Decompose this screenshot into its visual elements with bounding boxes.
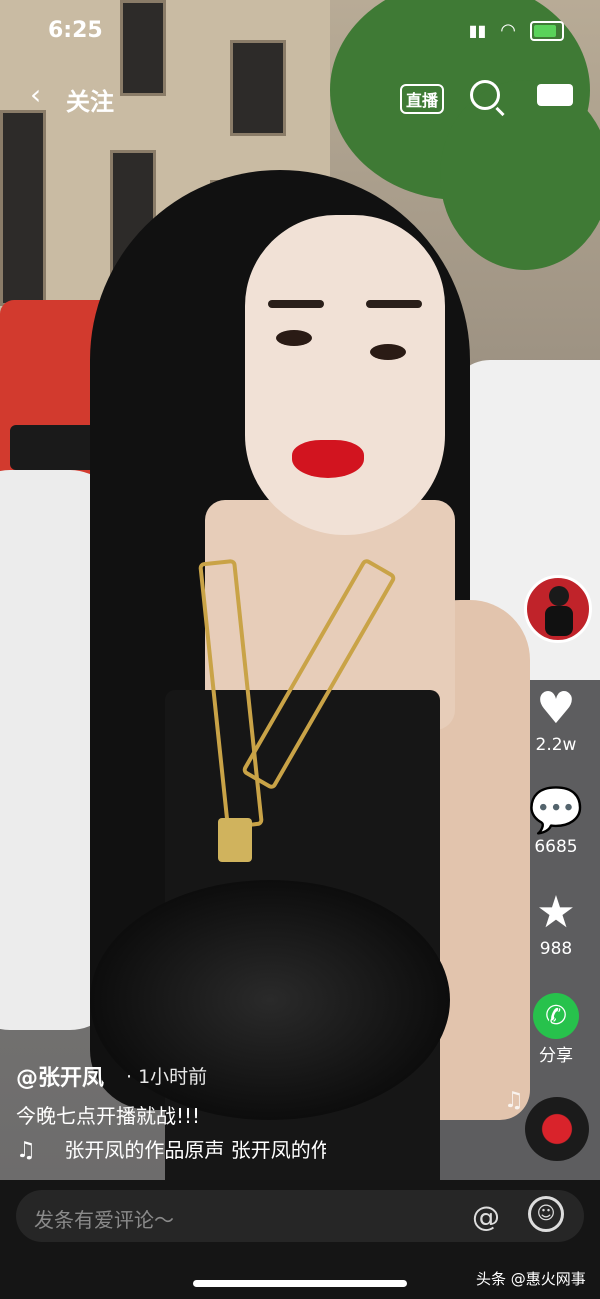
back-icon[interactable]: ‹: [30, 78, 41, 111]
battery-icon: [530, 20, 564, 41]
wechat-icon: ✆: [533, 993, 579, 1039]
sound-row[interactable]: ♫ 张开凤的作品原声 张开凤的作品原声: [16, 1134, 326, 1164]
favorite-button[interactable]: ★ 988: [520, 887, 592, 960]
music-note-icon: ♫: [504, 1088, 524, 1113]
star-icon: ★: [536, 887, 576, 938]
sound-title: 张开凤的作品原声 张开凤的作品原声: [64, 1138, 326, 1162]
video-frame[interactable]: [0, 0, 600, 1180]
search-icon[interactable]: [470, 80, 500, 110]
share-button[interactable]: ✆ 分享: [520, 993, 592, 1066]
status-bar: 6:25 ▮▮ ◠: [0, 0, 600, 60]
bottom-bar: 发条有爱评论～ @ ☺ 头条 @惠火网事: [0, 1180, 600, 1299]
necklace-lock: [218, 818, 252, 862]
comment-button[interactable]: 💬 6685: [520, 785, 592, 858]
post-caption: 今晚七点开播就战!!!: [16, 1104, 201, 1128]
author-avatar[interactable]: [524, 575, 592, 643]
author-name[interactable]: @张开凤: [16, 1060, 104, 1092]
top-nav: ‹ 关注 直播: [0, 78, 600, 118]
signal-icon: ▮▮: [468, 21, 487, 40]
like-count: 2.2w: [535, 735, 577, 755]
at-icon[interactable]: @: [472, 1200, 500, 1233]
favorite-count: 988: [539, 939, 573, 959]
comment-icon: 💬: [528, 785, 584, 836]
comment-input[interactable]: 发条有爱评论～ @ ☺: [16, 1190, 584, 1242]
heart-icon: ♥: [536, 683, 576, 734]
status-icons: ▮▮ ◠: [469, 20, 564, 41]
music-disc[interactable]: [525, 1097, 589, 1161]
live-button[interactable]: 直播: [400, 84, 445, 114]
page-title[interactable]: 关注: [66, 82, 114, 117]
status-time: 6:25: [48, 18, 103, 43]
wifi-icon: ◠: [500, 20, 516, 41]
emoji-icon[interactable]: ☺: [528, 1196, 564, 1232]
share-label: 分享: [539, 1046, 573, 1066]
person-lips: [292, 440, 364, 478]
comment-placeholder: 发条有爱评论～: [34, 1208, 174, 1232]
home-indicator[interactable]: [193, 1280, 407, 1287]
camera-icon[interactable]: [537, 84, 573, 106]
music-note-icon: ♫: [16, 1138, 36, 1163]
comment-count: 6685: [534, 837, 578, 857]
watermark: 头条 @惠火网事: [476, 1270, 586, 1288]
person-face: [245, 215, 445, 535]
like-button[interactable]: ♥ 2.2w: [520, 683, 592, 756]
post-time: · 1小时前: [126, 1066, 208, 1088]
